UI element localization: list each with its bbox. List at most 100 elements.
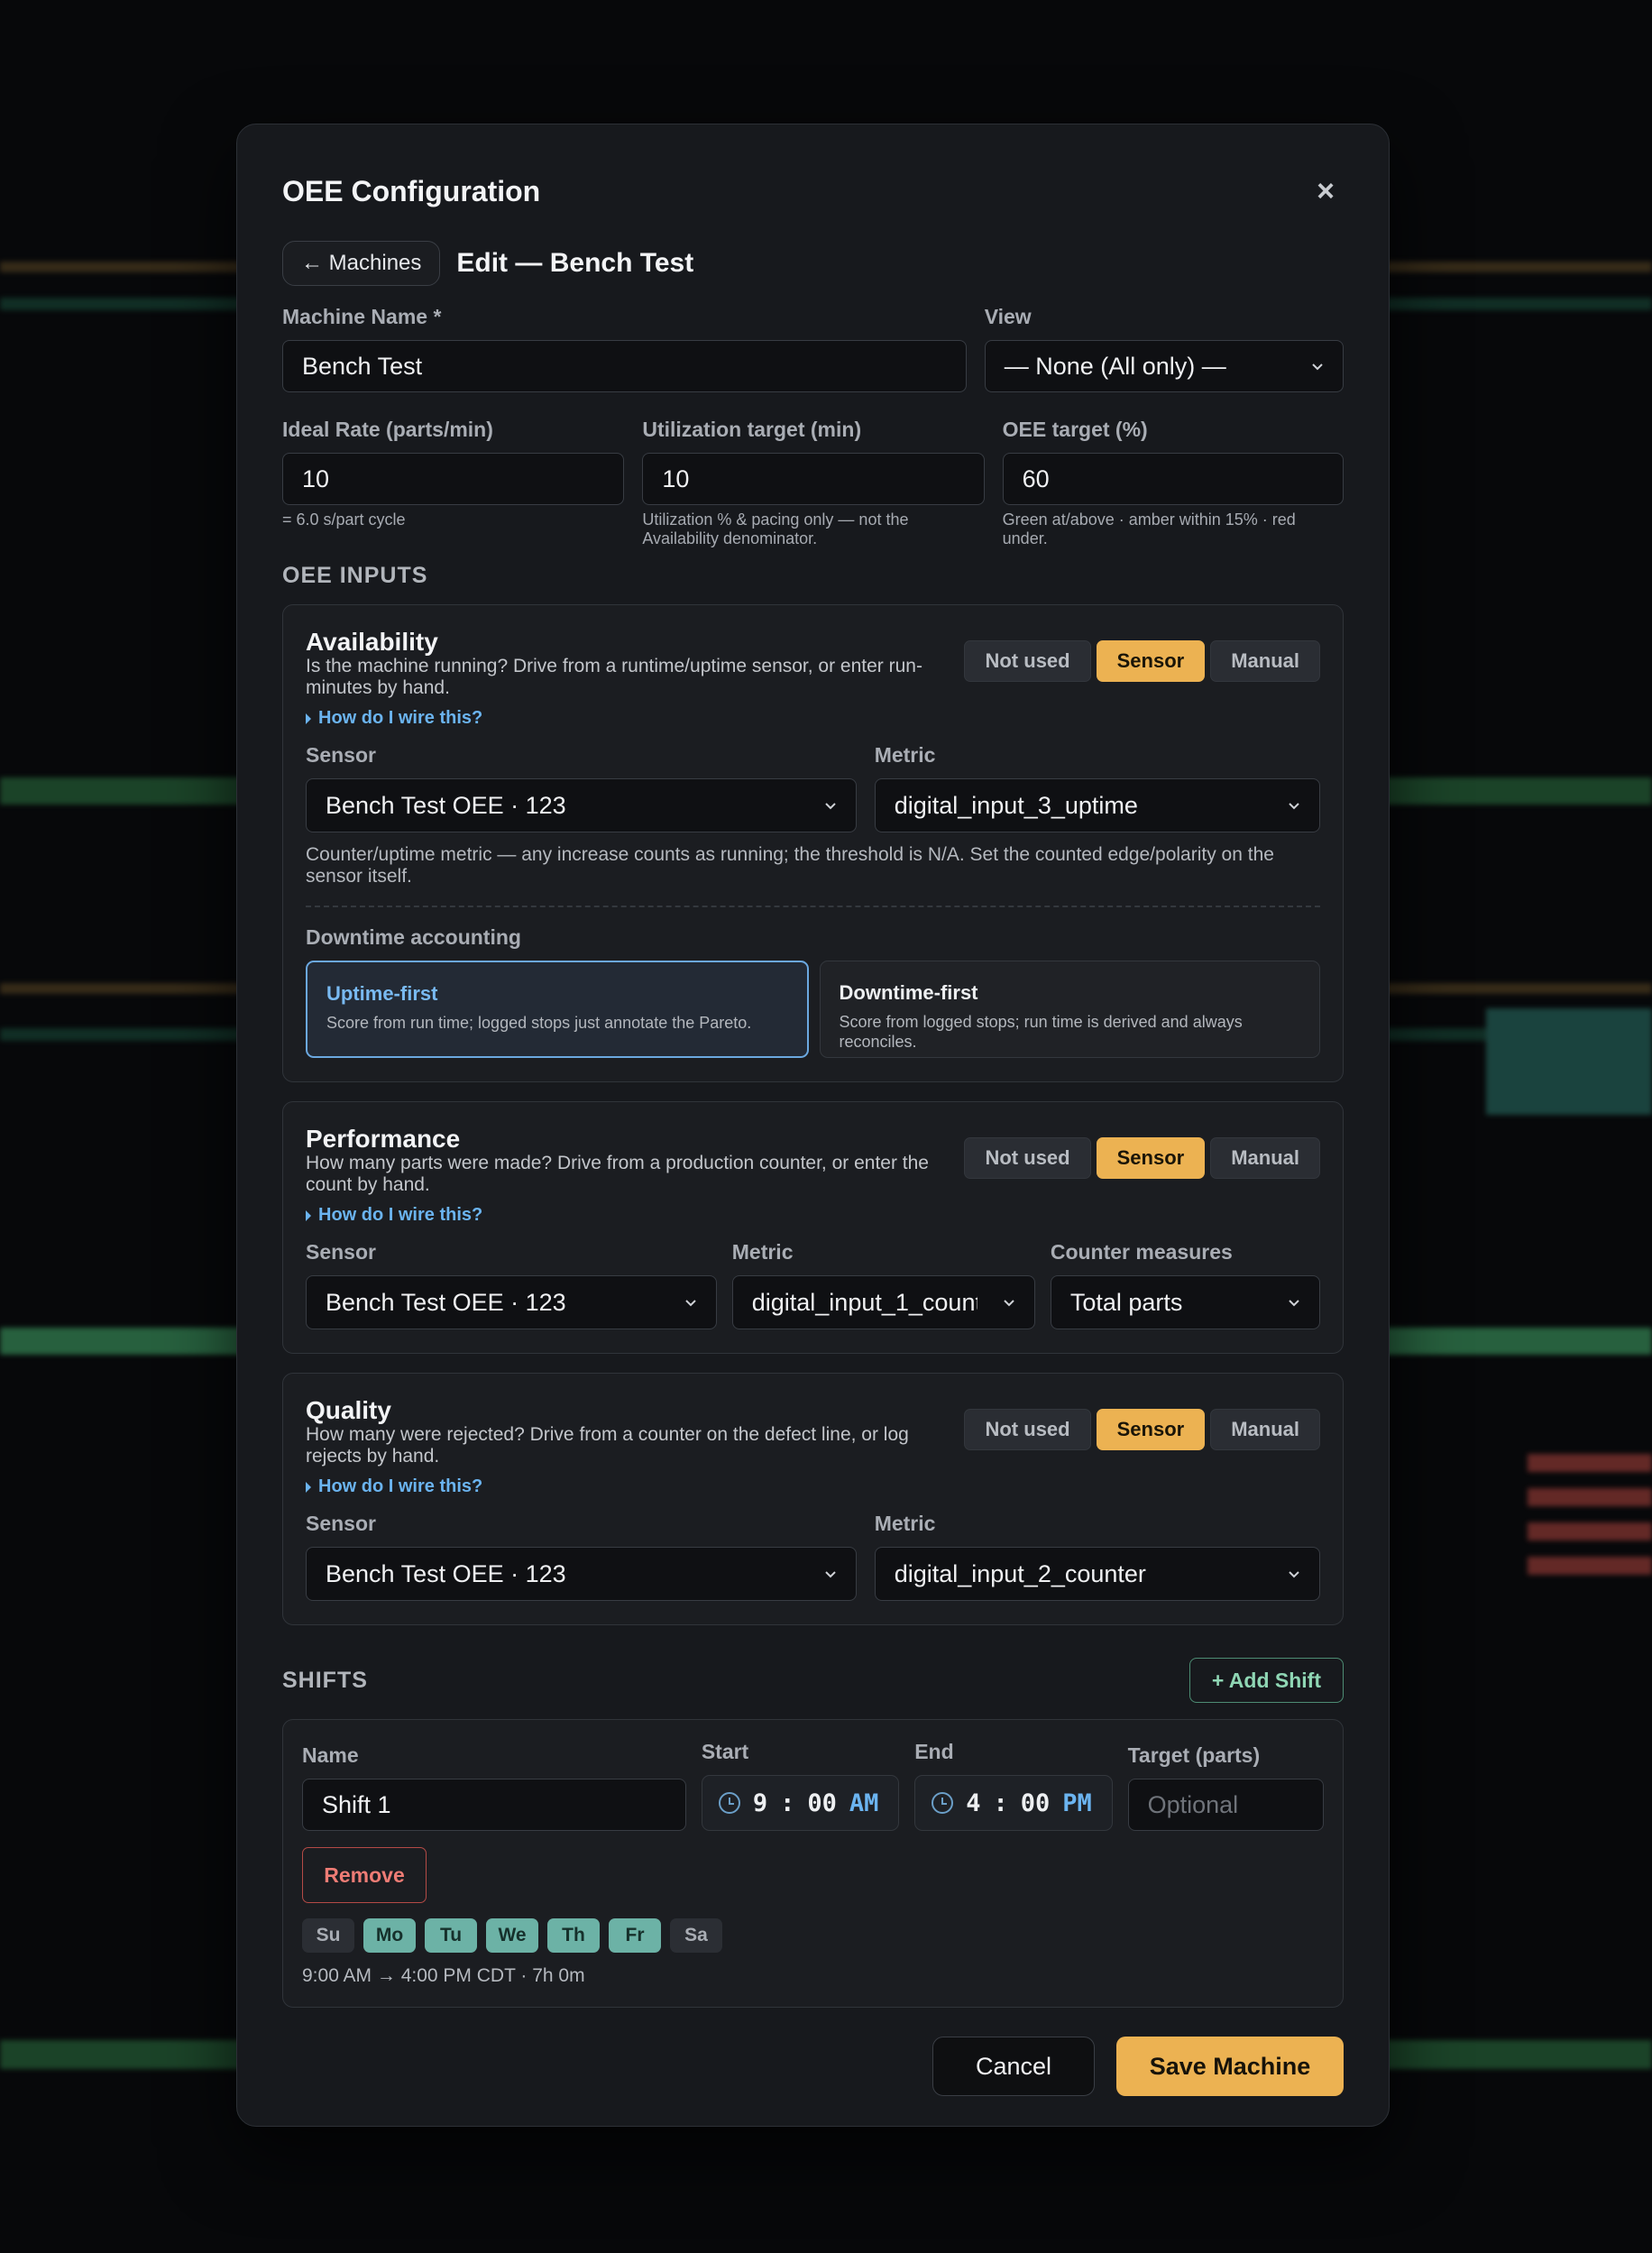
performance-wire-link[interactable]: How do I wire this? [306, 1205, 955, 1226]
performance-mode-toggle: Not used Sensor Manual [964, 1137, 1320, 1226]
downtime-accounting-label: Downtime accounting [306, 925, 521, 949]
oee-inputs-heading: OEE INPUTS [282, 563, 428, 588]
performance-metric-group: Metric digital_input_1_counter [731, 1240, 1035, 1329]
end-minute: 00 [1020, 1789, 1051, 1817]
mode-sensor-button[interactable]: Sensor [1096, 1137, 1206, 1179]
day-toggle-thursday[interactable]: Th [547, 1918, 600, 1953]
shift-end-group: End 4 : 00 PM [914, 1740, 1113, 1831]
counter-measures-select[interactable]: Total parts [1050, 1275, 1320, 1329]
bg-bar [1528, 1557, 1652, 1575]
quality-sensor-group: Sensor Bench Test OEE · 123 [306, 1512, 857, 1601]
shifts-heading: SHIFTS [282, 1667, 368, 1693]
performance-sensor-group: Sensor Bench Test OEE · 123 [306, 1240, 717, 1329]
close-button[interactable]: × [1308, 173, 1344, 209]
caret-right-icon [306, 713, 311, 724]
sensor-select-value: Bench Test OEE · 123 [326, 791, 566, 819]
machine-name-label: Machine Name * [282, 305, 442, 328]
clock-icon [718, 1792, 740, 1814]
chevron-down-icon [1289, 803, 1299, 810]
ideal-rate-group: Ideal Rate (parts/min) 10 = 6.0 s/part c… [282, 418, 625, 548]
availability-sensor-group: Sensor Bench Test OEE · 123 [306, 743, 857, 832]
wire-link-label: How do I wire this? [318, 1205, 483, 1225]
sensor-label: Sensor [306, 1512, 376, 1535]
end-ampm: PM [1062, 1789, 1092, 1817]
shift-start-time[interactable]: 9 : 00 AM [701, 1775, 900, 1831]
shift-end-time[interactable]: 4 : 00 PM [914, 1775, 1113, 1831]
mode-manual-button[interactable]: Manual [1210, 640, 1320, 682]
quality-wire-link[interactable]: How do I wire this? [306, 1476, 955, 1497]
wire-link-label: How do I wire this? [318, 708, 483, 728]
uptime-first-title: Uptime-first [326, 982, 438, 1005]
bg-panel [1486, 1008, 1652, 1115]
quality-mode-toggle: Not used Sensor Manual [964, 1409, 1320, 1497]
metric-select-value: digital_input_3_uptime [894, 791, 1138, 819]
caret-right-icon [306, 1481, 311, 1493]
util-target-input[interactable]: 10 [642, 453, 985, 505]
caret-right-icon [306, 1209, 311, 1221]
availability-sensor-select[interactable]: Bench Test OEE · 123 [306, 778, 857, 832]
mode-sensor-button[interactable]: Sensor [1096, 1409, 1206, 1450]
shifts-header: SHIFTS + Add Shift [282, 1658, 1344, 1703]
mode-not-used-button[interactable]: Not used [964, 1409, 1091, 1450]
ideal-rate-input[interactable]: 10 [282, 453, 625, 505]
day-toggle-sunday[interactable]: Su [302, 1918, 354, 1953]
downtime-first-option[interactable]: Downtime-first Score from logged stops; … [819, 961, 1320, 1058]
chevron-down-icon [685, 1300, 696, 1307]
cancel-button[interactable]: Cancel [932, 2037, 1095, 2096]
day-toggle-tuesday[interactable]: Tu [425, 1918, 477, 1953]
metric-label: Metric [731, 1240, 794, 1264]
availability-metric-select[interactable]: digital_input_3_uptime [874, 778, 1320, 832]
downtime-first-desc: Score from logged stops; run time is der… [839, 1013, 1243, 1051]
availability-metric-group: Metric digital_input_3_uptime [874, 743, 1320, 832]
machine-name-input[interactable]: Bench Test [282, 340, 967, 392]
performance-sensor-select[interactable]: Bench Test OEE · 123 [306, 1275, 717, 1329]
shift-name-label: Name [302, 1743, 359, 1767]
metric-label: Metric [874, 1512, 936, 1535]
wire-link-label: How do I wire this? [318, 1476, 483, 1496]
performance-title: Performance [306, 1125, 461, 1153]
performance-metric-select[interactable]: digital_input_1_counter [731, 1275, 1035, 1329]
back-to-machines-button[interactable]: ← Machines [282, 241, 441, 286]
mode-not-used-button[interactable]: Not used [964, 640, 1091, 682]
downtime-first-title: Downtime-first [839, 981, 978, 1004]
quality-sensor-select[interactable]: Bench Test OEE · 123 [306, 1547, 857, 1601]
breadcrumb: ← Machines Edit — Bench Test [282, 240, 1344, 287]
mode-sensor-button[interactable]: Sensor [1096, 640, 1206, 682]
availability-wire-link[interactable]: How do I wire this? [306, 708, 955, 729]
clock-icon [932, 1792, 954, 1814]
chevron-down-icon [1004, 1300, 1014, 1307]
mode-manual-button[interactable]: Manual [1210, 1137, 1320, 1179]
bg-bar [1528, 1454, 1652, 1472]
close-icon: × [1317, 173, 1335, 208]
shift-card: Name Shift 1 Start 9 : 00 AM End 4 : 00 … [282, 1719, 1344, 2008]
machine-name-group: Machine Name * Bench Test [282, 305, 967, 392]
metric-label: Metric [874, 743, 936, 767]
day-toggle-saturday[interactable]: Sa [670, 1918, 722, 1953]
modal-title: OEE Configuration [282, 174, 541, 207]
quality-metric-select[interactable]: digital_input_2_counter [874, 1547, 1320, 1601]
mode-not-used-button[interactable]: Not used [964, 1137, 1091, 1179]
oee-target-label: OEE target (%) [1002, 418, 1148, 441]
day-toggle-wednesday[interactable]: We [486, 1918, 538, 1953]
add-shift-button[interactable]: + Add Shift [1189, 1658, 1344, 1703]
day-toggle-friday[interactable]: Fr [609, 1918, 661, 1953]
day-toggle-monday[interactable]: Mo [363, 1918, 416, 1953]
remove-shift-button[interactable]: Remove [302, 1847, 427, 1903]
time-separator: : [780, 1789, 795, 1817]
sensor-label: Sensor [306, 743, 376, 767]
save-machine-button[interactable]: Save Machine [1116, 2037, 1344, 2096]
modal-footer: Cancel Save Machine [282, 2037, 1344, 2096]
bg-bar [1528, 1488, 1652, 1506]
uptime-first-option[interactable]: Uptime-first Score from run time; logged… [306, 961, 809, 1058]
chevron-down-icon [1289, 1571, 1299, 1578]
oee-target-input[interactable]: 60 [1002, 453, 1344, 505]
time-separator: : [993, 1789, 1008, 1817]
util-target-label: Utilization target (min) [642, 418, 862, 441]
counter-measures-label: Counter measures [1050, 1240, 1233, 1264]
sensor-label: Sensor [306, 1240, 376, 1264]
shift-name-input[interactable]: Shift 1 [302, 1779, 686, 1831]
oee-target-hint: Green at/above · amber within 15% · red … [1002, 510, 1296, 547]
mode-manual-button[interactable]: Manual [1210, 1409, 1320, 1450]
view-select[interactable]: — None (All only) — [984, 340, 1344, 392]
shift-target-input[interactable]: Optional [1127, 1779, 1324, 1831]
